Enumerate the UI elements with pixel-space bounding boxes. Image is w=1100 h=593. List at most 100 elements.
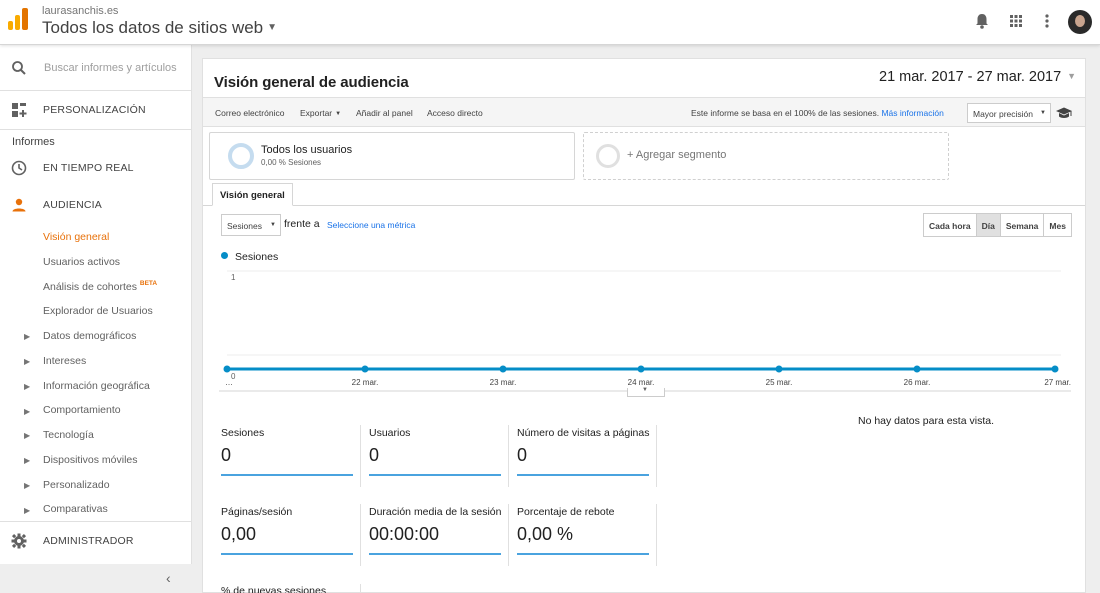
email-button[interactable]: Correo electrónico — [215, 108, 284, 118]
sidebar-item-customization[interactable]: PERSONALIZACIÓN — [0, 91, 192, 129]
metric-divider — [360, 504, 361, 566]
metric-label: Número de visitas a páginas — [517, 427, 650, 439]
metric-new-sessions-label: % de nuevas sesiones — [221, 585, 327, 593]
sampling-note: Este informe se basa en el 100% de las s… — [691, 108, 944, 118]
metric-value: 00:00:00 — [369, 524, 440, 544]
avatar[interactable] — [1068, 10, 1092, 34]
apps-grid-icon[interactable] — [1006, 11, 1026, 31]
data-point — [361, 365, 369, 373]
select-metric-link[interactable]: Seleccione una métrica — [327, 220, 415, 230]
tab-overview[interactable]: Visión general — [212, 183, 293, 206]
expand-arrow-icon[interactable]: ▶ — [24, 407, 30, 416]
sidebar-subitem-demographics[interactable]: Datos demográficos — [43, 330, 136, 342]
metric-sessions[interactable]: Sesiones 0 — [221, 427, 355, 476]
clock-icon — [11, 160, 27, 176]
granularity-week[interactable]: Semana — [1000, 214, 1045, 236]
more-info-link[interactable]: Más información — [881, 108, 943, 118]
add-segment-button[interactable]: + Agregar segmento — [583, 132, 949, 180]
sidebar-subitem-active-users[interactable]: Usuarios activos — [43, 256, 120, 268]
section-title-reports: Informes — [12, 136, 55, 148]
chevron-down-icon: ▼ — [1067, 71, 1077, 81]
metric-label: Páginas/sesión — [221, 506, 293, 518]
expand-arrow-icon[interactable]: ▶ — [24, 332, 30, 341]
granularity-day[interactable]: Día — [976, 214, 1001, 236]
expand-arrow-icon[interactable]: ▶ — [24, 506, 30, 515]
metric-value: 0 — [517, 445, 528, 465]
sidebar-item-audience[interactable]: AUDIENCIA — [0, 186, 192, 224]
export-label: Exportar — [300, 108, 333, 118]
sidebar-subitem-technology[interactable]: Tecnología — [43, 429, 94, 441]
sidebar-subitem-overview[interactable]: Visión general — [43, 231, 109, 243]
metric-select[interactable]: Sesiones ▼ — [221, 214, 281, 236]
expand-arrow-icon[interactable]: ▶ — [24, 431, 30, 440]
sidebar-subitem-benchmarking[interactable]: Comparativas — [43, 503, 108, 515]
sidebar-item-realtime[interactable]: EN TIEMPO REAL — [0, 149, 192, 187]
metric-users[interactable]: Usuarios 0 — [369, 427, 503, 476]
graduation-cap-icon[interactable] — [1055, 106, 1073, 120]
segment-name: Todos los usuarios — [261, 144, 353, 156]
sidebar-subitem-geo[interactable]: Información geográfica — [43, 380, 150, 392]
metric-divider — [656, 425, 657, 487]
report-toolbar: Correo electrónico Exportar ▼ Añadir al p… — [203, 97, 1085, 127]
segment-circle-icon — [228, 143, 254, 169]
metric-pageviews[interactable]: Número de visitas a páginas 0 — [517, 427, 657, 476]
metric-bounce-rate[interactable]: Porcentaje de rebote 0,00 % — [517, 506, 651, 555]
metric-avg-session-duration[interactable]: Duración media de la sesión 00:00:00 — [369, 506, 509, 555]
metric-label: Usuarios — [369, 427, 411, 439]
expand-arrow-icon[interactable]: ▶ — [24, 481, 30, 490]
chevron-left-icon[interactable]: ‹ — [166, 570, 171, 586]
shortcut-button[interactable]: Acceso directo — [427, 108, 483, 118]
sidebar-subitem-user-explorer[interactable]: Explorador de Usuarios — [43, 305, 153, 317]
granularity-hourly[interactable]: Cada hora — [924, 214, 977, 236]
segment-all-users[interactable]: Todos los usuarios 0,00 % Sesiones — [209, 132, 575, 180]
search-box[interactable]: Buscar informes y artículos — [0, 45, 192, 91]
metric-value: 0,00 — [221, 524, 257, 544]
x-tick-label: 23 mar. — [490, 378, 517, 387]
legend-dot — [221, 252, 228, 259]
metric-sparkline — [221, 474, 353, 476]
metric-divider — [508, 504, 509, 566]
sidebar-subitem-interests[interactable]: Intereses — [43, 355, 86, 367]
sidebar-item-label: EN TIEMPO REAL — [43, 162, 134, 174]
expand-arrow-icon[interactable]: ▶ — [24, 382, 30, 391]
page-title: Visión general de audiencia — [214, 74, 409, 91]
add-to-dashboard-button[interactable]: Añadir al panel — [356, 108, 413, 118]
precision-select[interactable]: Mayor precisión ▼ — [967, 103, 1051, 123]
sidebar-item-label: AUDIENCIA — [43, 199, 102, 211]
export-button[interactable]: Exportar ▼ — [300, 108, 341, 118]
sidebar-item-admin[interactable]: ADMINISTRADOR — [0, 522, 192, 560]
sidebar-subitem-cohort-analysis[interactable]: Análisis de cohortes BETA — [43, 280, 157, 293]
expand-arrow-icon[interactable]: ▶ — [24, 456, 30, 465]
x-tick-label: 24 mar. — [628, 378, 655, 387]
data-point — [637, 365, 645, 373]
metric-pages-per-session[interactable]: Páginas/sesión 0,00 — [221, 506, 355, 555]
sidebar-collapse-bar[interactable]: ‹ — [0, 564, 192, 593]
more-vert-icon[interactable] — [1037, 11, 1057, 31]
granularity-month[interactable]: Mes — [1044, 214, 1071, 236]
analytics-logo-icon[interactable] — [8, 8, 28, 30]
sessions-line-chart[interactable]: 10… 22 mar. 23 mar. 24 mar. 25 mar. 26 mar. 27… — [219, 267, 1071, 397]
sidebar-item-label: Análisis de cohortes — [43, 281, 137, 293]
data-point — [775, 365, 783, 373]
metric-divider — [656, 504, 657, 566]
date-range-picker[interactable]: 21 mar. 2017 - 27 mar. 2017 ▼ — [879, 69, 1076, 85]
bell-icon[interactable] — [972, 11, 992, 31]
chart-expand-handle[interactable]: ▼ — [627, 387, 665, 397]
sidebar-subitem-behavior[interactable]: Comportamiento — [43, 404, 121, 416]
data-point — [913, 365, 921, 373]
sidebar-subitem-mobile[interactable]: Dispositivos móviles — [43, 454, 138, 466]
chevron-down-icon: ▼ — [270, 222, 276, 228]
sidebar-item-label: PERSONALIZACIÓN — [43, 104, 146, 116]
expand-arrow-icon[interactable]: ▶ — [24, 357, 30, 366]
x-tick-label: 25 mar. — [766, 378, 793, 387]
search-input[interactable]: Buscar informes y artículos — [44, 62, 177, 74]
metric-sparkline — [369, 553, 501, 555]
account-name[interactable]: laurasanchis.es — [42, 5, 118, 17]
tabs-divider — [203, 205, 1085, 206]
sidebar-subitem-custom[interactable]: Personalizado — [43, 479, 110, 491]
versus-label: frente a — [284, 218, 320, 230]
metric-sparkline — [517, 553, 649, 555]
property-selector[interactable]: Todos los datos de sitios web ▼ — [42, 18, 277, 38]
sidebar-item-label: ADMINISTRADOR — [43, 535, 134, 547]
chevron-down-icon: ▼ — [335, 111, 342, 117]
